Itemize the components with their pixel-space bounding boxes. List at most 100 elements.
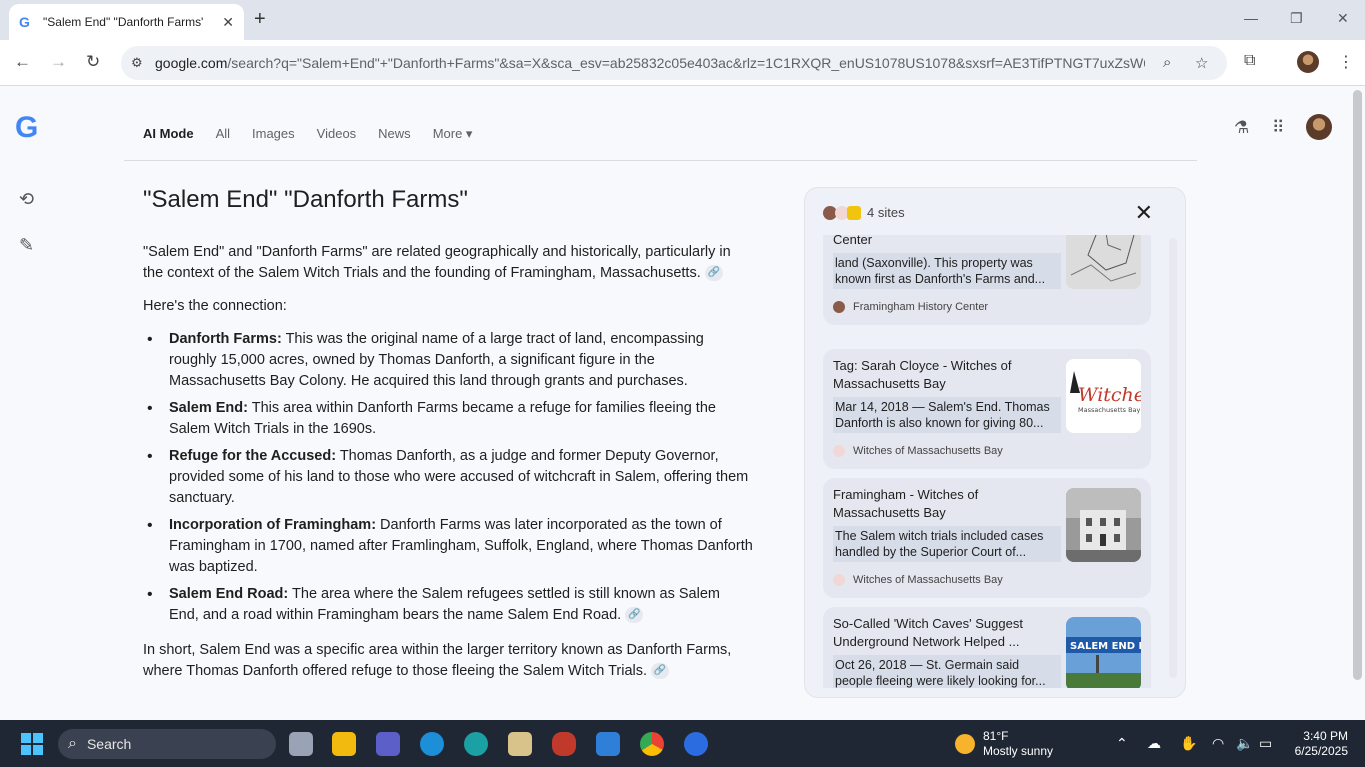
clock-date: 6/25/2025 xyxy=(1294,744,1348,758)
forward-icon[interactable]: → xyxy=(50,52,67,72)
google-favicon-icon: G xyxy=(19,14,30,30)
source-snippet: The Salem witch trials included cases ha… xyxy=(833,526,1061,562)
tabs-divider xyxy=(124,160,1197,161)
search-tabs: AI Mode All Images Videos News More ▾ xyxy=(143,126,472,142)
wifi-icon[interactable]: ◠ xyxy=(1212,735,1224,752)
sun-icon xyxy=(955,734,975,754)
source-title: Tag: Sarah Cloyce - Witches of Massachus… xyxy=(833,358,1012,391)
source-card[interactable]: Tag: Sarah Cloyce - Witches of Massachus… xyxy=(823,349,1151,469)
apps-grid-icon[interactable]: ⠿ xyxy=(1272,118,1284,138)
taskbar-search-placeholder: Search xyxy=(86,736,132,752)
reload-icon[interactable]: ↻ xyxy=(86,52,100,72)
app-icon[interactable] xyxy=(684,732,708,756)
source-snippet: Mar 14, 2018 — Salem's End. Thomas Danfo… xyxy=(833,397,1061,433)
teams-icon[interactable] xyxy=(376,732,400,756)
chevron-up-icon[interactable]: ⌃ xyxy=(1116,735,1128,752)
source-card[interactable]: Danforth's Farms - Framingham History Ce… xyxy=(823,235,1151,325)
tab-news[interactable]: News xyxy=(378,126,411,142)
title-bar: G "Salem End" "Danforth Farms" - ✕ + — ❐… xyxy=(0,0,1365,40)
list-item: Incorporation of Framingham: Danforth Fa… xyxy=(143,515,753,578)
connection-lead: Here's the connection: xyxy=(143,298,287,314)
bookmark-star-icon[interactable]: ☆ xyxy=(1195,54,1208,72)
site-favicon-icon xyxy=(847,205,861,220)
list-item: Salem End Road: The area where the Salem… xyxy=(143,584,753,626)
intro-paragraph: "Salem End" and "Danforth Farms" are rel… xyxy=(143,244,731,282)
window-close-icon[interactable]: ✕ xyxy=(1337,10,1349,27)
source-site: Witches of Massachusetts Bay xyxy=(833,574,1003,586)
svg-text:Witches: Witches xyxy=(1078,384,1141,406)
app-icon[interactable] xyxy=(508,732,532,756)
svg-text:Massachusetts Bay: Massachusetts Bay xyxy=(1078,406,1141,414)
tab-title: "Salem End" "Danforth Farms" - xyxy=(43,15,203,29)
task-view-icon[interactable] xyxy=(289,732,313,756)
account-avatar[interactable] xyxy=(1306,114,1332,145)
minimize-icon[interactable]: — xyxy=(1244,10,1258,26)
house-photo-thumbnail xyxy=(1066,488,1141,562)
source-site: Witches of Massachusetts Bay xyxy=(833,445,1003,457)
tab-search-icon[interactable]: ⧉ xyxy=(1244,52,1255,70)
list-item: Danforth Farms: This was the original na… xyxy=(143,329,753,392)
windows-start-icon[interactable] xyxy=(21,733,43,755)
tab-all[interactable]: All xyxy=(216,126,230,142)
source-card[interactable]: Framingham - Witches of Massachusetts Ba… xyxy=(823,478,1151,598)
volume-icon[interactable]: 🔈 xyxy=(1236,735,1253,752)
weather-desc: Mostly sunny xyxy=(983,744,1054,758)
google-logo[interactable]: G xyxy=(15,111,38,145)
clock-time: 3:40 PM xyxy=(1303,729,1348,743)
tab-images[interactable]: Images xyxy=(252,126,295,142)
address-bar[interactable]: ⚙ google.com/search?q="Salem+End"+"Danfo… xyxy=(121,46,1227,80)
profile-avatar[interactable] xyxy=(1297,51,1319,78)
sources-panel: 4 sites ✕ Danforth's Farms - Framingham … xyxy=(804,187,1186,698)
panel-scrollbar[interactable] xyxy=(1169,238,1177,678)
app-icon[interactable] xyxy=(552,732,576,756)
back-icon[interactable]: ← xyxy=(14,52,31,72)
tab-more[interactable]: More ▾ xyxy=(433,126,473,142)
source-title: Danforth's Farms - Framingham History Ce… xyxy=(833,235,873,247)
clock[interactable]: 3:40 PM 6/25/2025 xyxy=(1290,729,1348,759)
source-snippet: Oct 26, 2018 — St. Germain said people f… xyxy=(833,655,1061,688)
app-icon[interactable] xyxy=(420,732,444,756)
page-scrollbar[interactable] xyxy=(1353,90,1362,680)
citation-link-icon[interactable]: 🔗 xyxy=(651,663,670,680)
svg-text:SALEM END R: SALEM END R xyxy=(1070,641,1141,652)
map-thumbnail xyxy=(1066,235,1141,289)
file-explorer-icon[interactable] xyxy=(332,732,356,756)
street-sign-thumbnail: SALEM END R xyxy=(1066,617,1141,688)
site-info-icon[interactable]: ⚙ xyxy=(131,55,155,71)
new-chat-icon[interactable]: ✎ xyxy=(19,235,34,256)
tab-ai-mode[interactable]: AI Mode xyxy=(143,126,194,142)
battery-icon[interactable]: ▭ xyxy=(1259,735,1272,752)
list-item: Salem End: This area within Danforth Far… xyxy=(143,398,753,440)
source-cards: Danforth's Farms - Framingham History Ce… xyxy=(823,235,1151,688)
source-card[interactable]: So-Called 'Witch Caves' Suggest Undergro… xyxy=(823,607,1151,688)
source-title: So-Called 'Witch Caves' Suggest Undergro… xyxy=(833,616,1023,649)
restore-icon[interactable]: ❐ xyxy=(1290,10,1303,27)
new-tab-icon[interactable]: + xyxy=(254,8,266,31)
close-tab-icon[interactable]: ✕ xyxy=(222,14,234,31)
history-icon[interactable]: ⟲ xyxy=(19,189,34,210)
site-favicon-icon xyxy=(833,301,845,313)
page-title: "Salem End" "Danforth Farms" xyxy=(143,186,468,213)
list-item: Refuge for the Accused: Thomas Danforth,… xyxy=(143,446,753,509)
browser-tab[interactable]: G "Salem End" "Danforth Farms" - ✕ xyxy=(9,4,244,40)
sources-header: 4 sites xyxy=(823,205,905,220)
labs-flask-icon[interactable]: ⚗ xyxy=(1234,118,1249,138)
weather-temp: 81°F xyxy=(983,729,1009,743)
menu-icon[interactable]: ⋮ xyxy=(1338,52,1354,72)
cloud-icon[interactable]: ☁ xyxy=(1147,735,1161,752)
citation-link-icon[interactable]: 🔗 xyxy=(625,607,644,624)
connection-list: Danforth Farms: This was the original na… xyxy=(143,329,753,626)
app-tray-icon[interactable]: ✋ xyxy=(1180,735,1197,752)
search-icon[interactable]: ⌕ xyxy=(1163,54,1171,71)
tab-videos[interactable]: Videos xyxy=(317,126,357,142)
weather-widget[interactable]: 81°F Mostly sunny xyxy=(955,729,1053,759)
chrome-icon[interactable] xyxy=(640,732,664,756)
citation-link-icon[interactable]: 🔗 xyxy=(704,265,723,282)
source-site: Framingham History Center xyxy=(833,301,988,313)
edge-icon[interactable] xyxy=(464,732,488,756)
notepad-icon[interactable] xyxy=(596,732,620,756)
url-text: google.com/search?q="Salem+End"+"Danfort… xyxy=(155,55,1145,71)
witches-logo-thumbnail: Witches Massachusetts Bay xyxy=(1066,359,1141,433)
close-panel-icon[interactable]: ✕ xyxy=(1135,200,1153,226)
taskbar-search[interactable]: ⌕ Search xyxy=(58,729,276,759)
